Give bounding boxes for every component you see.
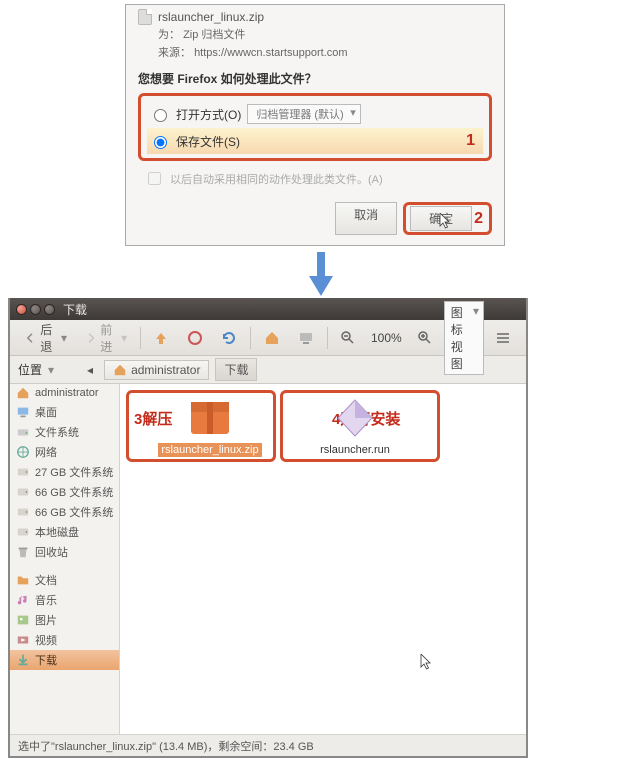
- sidebar-item-folder[interactable]: 文档: [10, 570, 119, 590]
- path-back-button[interactable]: ◂: [82, 361, 98, 379]
- cursor-icon: [420, 654, 434, 672]
- pic-icon: [16, 613, 30, 627]
- file-label-run: rslauncher.run: [317, 443, 393, 457]
- save-file-row[interactable]: 保存文件(S) 1: [147, 128, 483, 154]
- zoom-level: 100%: [367, 331, 406, 345]
- sidebar-item-disk[interactable]: 66 GB 文件系统: [10, 502, 119, 522]
- sidebar-item-trash[interactable]: 回收站: [10, 542, 119, 562]
- file-manager-window: 下载 后退 ▾ 前进 ▾ 100% 图标视图: [8, 298, 528, 758]
- file-label-zip: rslauncher_linux.zip: [158, 443, 261, 457]
- disk-icon: [16, 525, 30, 539]
- cancel-button[interactable]: 取消: [335, 202, 397, 235]
- stop-button[interactable]: [180, 326, 210, 350]
- back-icon: [25, 330, 36, 346]
- toolbar: 后退 ▾ 前进 ▾ 100% 图标视图: [10, 320, 526, 356]
- annotation-ok-wrap: 确定 2: [403, 202, 492, 235]
- maximize-window-button[interactable]: [44, 304, 55, 315]
- drive-icon: [16, 425, 30, 439]
- breadcrumb-downloads[interactable]: 下载: [215, 358, 257, 381]
- auto-action-label: 以后自动采用相同的动作处理此类文件。(A): [170, 171, 383, 187]
- computer-icon: [298, 330, 314, 346]
- open-with-app-select[interactable]: 归档管理器 (默认): [247, 104, 360, 124]
- home-icon: [16, 386, 30, 400]
- file-meta: 为： Zip 归档文件 来源： https://wwwcn.startsuppo…: [158, 27, 492, 62]
- sidebar-item-disk[interactable]: 66 GB 文件系统: [10, 482, 119, 502]
- sidebar-item-disk[interactable]: 本地磁盘: [10, 522, 119, 542]
- sidebar-item-network[interactable]: 网络: [10, 442, 119, 462]
- file-row: rslauncher_linux.zip: [138, 9, 492, 25]
- home-button[interactable]: [257, 326, 287, 350]
- list-view-button[interactable]: [488, 326, 518, 350]
- forward-button[interactable]: 前进 ▾: [78, 317, 134, 359]
- zoom-in-button[interactable]: [410, 326, 440, 350]
- open-with-row[interactable]: 打开方式(O) 归档管理器 (默认): [147, 100, 483, 128]
- location-label: 位置: [18, 361, 42, 378]
- home-icon: [113, 363, 127, 377]
- trash-icon: [16, 545, 30, 559]
- ok-button[interactable]: 确定: [410, 206, 472, 231]
- save-file-radio[interactable]: [154, 136, 167, 149]
- filename: rslauncher_linux.zip: [158, 10, 264, 24]
- sidebar-item-video[interactable]: 视频: [10, 630, 119, 650]
- sidebar-item-home[interactable]: administrator: [10, 384, 119, 402]
- arrow-down-icon: [306, 252, 336, 296]
- window-controls: [16, 304, 55, 315]
- sidebar-item-spacer: [10, 562, 119, 570]
- disk-icon: [16, 485, 30, 499]
- download-icon: [16, 653, 30, 667]
- computer-button[interactable]: [291, 326, 321, 350]
- sidebar-item-desktop[interactable]: 桌面: [10, 402, 119, 422]
- annotation-marker-2: 2: [472, 210, 485, 228]
- breadcrumb-administrator[interactable]: administrator: [104, 360, 209, 380]
- open-with-label: 打开方式(O): [176, 106, 241, 123]
- video-icon: [16, 633, 30, 647]
- download-dialog: rslauncher_linux.zip 为： Zip 归档文件 来源： htt…: [125, 4, 505, 246]
- up-icon: [153, 330, 169, 346]
- list-icon: [495, 330, 511, 346]
- file-item-run[interactable]: rslauncher.run: [285, 396, 425, 457]
- desktop-icon: [16, 405, 30, 419]
- music-icon: [16, 593, 30, 607]
- disk-icon: [16, 465, 30, 479]
- sidebar-item-music[interactable]: 音乐: [10, 590, 119, 610]
- zoom-out-button[interactable]: [333, 326, 363, 350]
- window-title: 下载: [63, 301, 87, 318]
- zoom-out-icon: [340, 330, 356, 346]
- minimize-window-button[interactable]: [30, 304, 41, 315]
- places-sidebar: administrator桌面文件系统网络27 GB 文件系统66 GB 文件系…: [10, 384, 120, 734]
- file-view[interactable]: 3解压 rslauncher_linux.zip 4运行安装 rslaunche…: [120, 384, 526, 734]
- folder-icon: [16, 573, 30, 587]
- auto-action-checkbox[interactable]: [148, 172, 161, 185]
- dialog-question: 您想要 Firefox 如何处理此文件？: [138, 70, 492, 87]
- stop-icon: [187, 330, 203, 346]
- save-file-label: 保存文件(S): [176, 133, 240, 150]
- back-button[interactable]: 后退 ▾: [18, 317, 74, 359]
- reload-button[interactable]: [214, 326, 244, 350]
- open-with-radio[interactable]: [154, 109, 167, 122]
- home-icon: [264, 330, 280, 346]
- reload-icon: [221, 330, 237, 346]
- sidebar-item-download[interactable]: 下载: [10, 650, 119, 670]
- sidebar-item-disk[interactable]: 27 GB 文件系统: [10, 462, 119, 482]
- sidebar-item-drive[interactable]: 文件系统: [10, 422, 119, 442]
- file-icon: [138, 9, 152, 25]
- auto-action-row[interactable]: 以后自动采用相同的动作处理此类文件。(A): [144, 169, 492, 188]
- annotation-marker-1: 1: [466, 132, 481, 150]
- close-window-button[interactable]: [16, 304, 27, 315]
- executable-icon: [328, 396, 382, 440]
- network-icon: [16, 445, 30, 459]
- disk-icon: [16, 505, 30, 519]
- view-mode-select[interactable]: 图标视图: [444, 301, 484, 375]
- zoom-in-icon: [417, 330, 433, 346]
- status-bar: 选中了"rslauncher_linux.zip" (13.4 MB)，剩余空间…: [10, 734, 526, 756]
- forward-icon: [85, 330, 96, 346]
- up-button[interactable]: [146, 326, 176, 350]
- archive-icon: [183, 396, 237, 440]
- file-item-zip[interactable]: rslauncher_linux.zip: [140, 396, 280, 457]
- sidebar-item-pic[interactable]: 图片: [10, 610, 119, 630]
- cursor-icon: [439, 213, 453, 231]
